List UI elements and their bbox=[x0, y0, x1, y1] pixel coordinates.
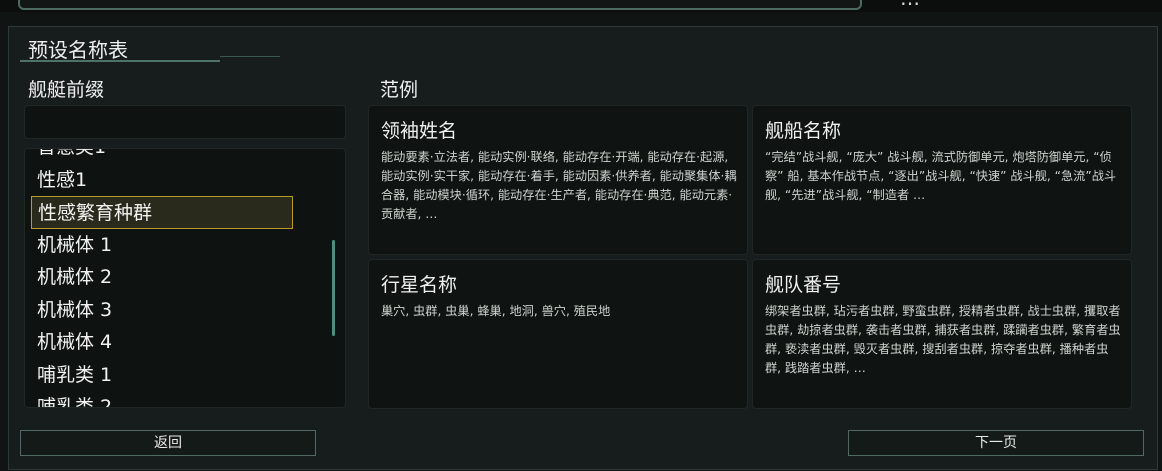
top-frame bbox=[18, 0, 862, 10]
list-item[interactable]: 机械体 1 bbox=[25, 229, 325, 262]
list-item[interactable]: 智慧类1 bbox=[25, 149, 325, 164]
list-scrollbar[interactable] bbox=[332, 240, 335, 336]
card-title: 舰船名称 bbox=[765, 120, 842, 142]
fleet-names-card: 舰队番号 绑架者虫群, 玷污者虫群, 野蛮虫群, 授精者虫群, 战士虫群, 攫取… bbox=[752, 259, 1132, 409]
card-text: 能动要素·立法者, 能动实例·联络, 能动存在·开端, 能动存在·起源, 能动实… bbox=[381, 150, 737, 221]
list-item[interactable]: 机械体 2 bbox=[25, 261, 325, 294]
name-list[interactable]: 智慧类1 性感1 性感繁育种群 机械体 1 机械体 2 机械体 3 机械体 4 … bbox=[24, 148, 346, 408]
card-title: 行星名称 bbox=[381, 274, 458, 296]
examples-label: 范例 bbox=[380, 79, 419, 101]
planet-names-card: 行星名称 巢穴, 虫群, 虫巢, 蜂巢, 地洞, 兽穴, 殖民地 bbox=[368, 259, 748, 409]
card-title: 舰队番号 bbox=[765, 274, 842, 296]
list-item[interactable]: 机械体 4 bbox=[25, 326, 325, 359]
card-text: “完结”战斗舰, “庞大” 战斗舰, 流式防御单元, 炮塔防御单元, “侦察” … bbox=[765, 150, 1117, 202]
dialog-title: 预设名称表 bbox=[28, 38, 128, 62]
list-item[interactable]: 哺乳类 2 bbox=[25, 391, 325, 407]
leader-names-card: 领袖姓名 能动要素·立法者, 能动实例·联络, 能动存在·开端, 能动存在·起源… bbox=[368, 105, 748, 255]
list-item[interactable]: 哺乳类 1 bbox=[25, 359, 325, 392]
list-item[interactable]: 性感1 bbox=[25, 164, 325, 197]
name-list-items: 智慧类1 性感1 性感繁育种群 机械体 1 机械体 2 机械体 3 机械体 4 … bbox=[25, 149, 325, 407]
title-underline bbox=[20, 56, 280, 62]
list-item[interactable]: 机械体 3 bbox=[25, 294, 325, 327]
back-button[interactable]: 返回 bbox=[20, 430, 316, 456]
card-text: 巢穴, 虫群, 虫巢, 蜂巢, 地洞, 兽穴, 殖民地 bbox=[381, 304, 611, 318]
next-page-button[interactable]: 下一页 bbox=[848, 430, 1144, 456]
card-title: 领袖姓名 bbox=[381, 120, 458, 142]
ship-names-card: 舰船名称 “完结”战斗舰, “庞大” 战斗舰, 流式防御单元, 炮塔防御单元, … bbox=[752, 105, 1132, 255]
card-text: 绑架者虫群, 玷污者虫群, 野蛮虫群, 授精者虫群, 战士虫群, 攫取者虫群, … bbox=[765, 304, 1121, 375]
ship-prefix-label: 舰艇前缀 bbox=[28, 79, 105, 101]
ship-prefix-input[interactable] bbox=[24, 105, 346, 139]
top-right-label: … bbox=[900, 0, 1100, 10]
list-item-selected[interactable]: 性感繁育种群 bbox=[31, 196, 293, 229]
